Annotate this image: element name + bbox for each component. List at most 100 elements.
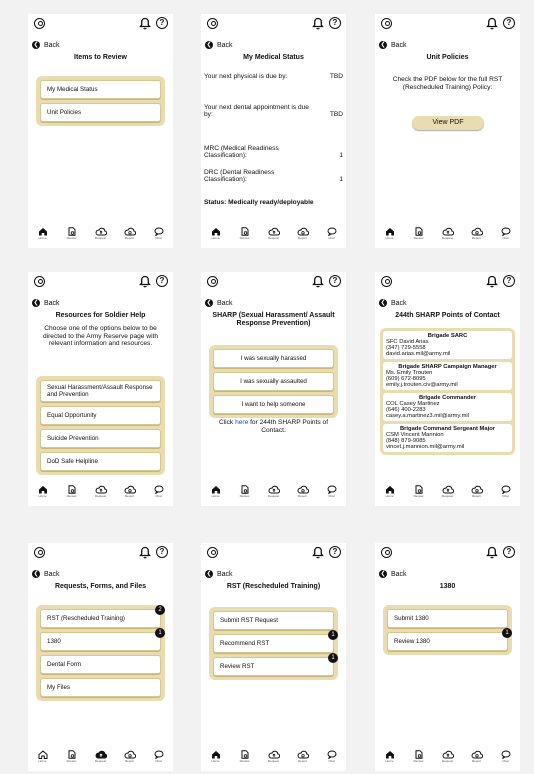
nav-review[interactable]: Review: [62, 750, 82, 763]
view-pdf-button[interactable]: View PDF: [412, 116, 484, 130]
nav-request[interactable]: Request: [438, 485, 458, 498]
bell-icon[interactable]: [486, 546, 498, 559]
help-circle-icon[interactable]: ?: [156, 17, 168, 29]
nav-request[interactable]: Request: [264, 750, 284, 763]
bell-icon[interactable]: [139, 546, 151, 559]
nav-report[interactable]: Report: [120, 227, 140, 240]
nav-home[interactable]: Home: [206, 750, 226, 763]
help-circle-icon[interactable]: ?: [503, 17, 515, 29]
nav-review[interactable]: Review: [62, 485, 82, 498]
person-circle-icon[interactable]: [34, 276, 45, 287]
nav-review[interactable]: Review: [409, 227, 429, 240]
nav-chat[interactable]: Chat: [322, 485, 342, 498]
bell-icon[interactable]: [139, 275, 151, 288]
menu-item-submit-1380[interactable]: Submit 1380: [387, 609, 508, 628]
menu-item-medical-status[interactable]: My Medical Status: [40, 80, 161, 99]
back-button[interactable]: ❮ Back: [205, 570, 233, 578]
nav-review[interactable]: Review: [235, 227, 255, 240]
nav-report[interactable]: Report: [120, 485, 140, 498]
nav-request[interactable]: Request: [438, 227, 458, 240]
nav-review[interactable]: Review: [62, 227, 82, 240]
help-circle-icon[interactable]: ?: [503, 275, 515, 287]
nav-report[interactable]: Report: [120, 750, 140, 763]
menu-item-submit-rst[interactable]: Submit RST Request: [213, 611, 334, 630]
help-circle-icon[interactable]: ?: [156, 546, 168, 558]
nav-report[interactable]: Report: [467, 750, 487, 763]
bell-icon[interactable]: [312, 275, 324, 288]
back-button[interactable]: ❮ Back: [32, 299, 60, 307]
nav-report[interactable]: Report: [467, 227, 487, 240]
nav-chat[interactable]: Chat: [322, 227, 342, 240]
nav-chat[interactable]: Chat: [149, 750, 169, 763]
back-button[interactable]: ❮ Back: [205, 41, 233, 49]
option-help-someone[interactable]: I want to help someone: [213, 395, 334, 414]
nav-chat[interactable]: Chat: [149, 485, 169, 498]
nav-home[interactable]: Home: [380, 227, 400, 240]
menu-item-recommend-rst[interactable]: Recommend RST 1: [213, 630, 338, 653]
back-button[interactable]: ❮ Back: [379, 41, 407, 49]
nav-report[interactable]: Report: [467, 485, 487, 498]
nav-report[interactable]: Report: [293, 750, 313, 763]
menu-item-review-rst[interactable]: Review RST 1: [213, 653, 338, 676]
poc-link[interactable]: here: [235, 419, 248, 426]
nav-request[interactable]: Request: [91, 227, 111, 240]
help-circle-icon[interactable]: ?: [329, 275, 341, 287]
nav-home[interactable]: Home: [206, 227, 226, 240]
nav-review[interactable]: Review: [409, 485, 429, 498]
help-circle-icon[interactable]: ?: [503, 546, 515, 558]
nav-chat[interactable]: Chat: [496, 227, 516, 240]
menu-item-unit-policies[interactable]: Unit Policies: [40, 103, 161, 122]
menu-item-rst[interactable]: RST (Rescheduled Training) 2: [40, 605, 165, 628]
menu-item-equal-opportunity[interactable]: Equal Opportunity: [40, 406, 161, 425]
bell-icon[interactable]: [486, 275, 498, 288]
menu-item-1380[interactable]: 1380 1: [40, 628, 165, 651]
person-circle-icon[interactable]: [34, 18, 45, 29]
nav-report[interactable]: Report: [293, 227, 313, 240]
back-button[interactable]: ❮ Back: [379, 299, 407, 307]
nav-chat[interactable]: Chat: [322, 750, 342, 763]
nav-request[interactable]: Request: [91, 485, 111, 498]
bell-icon[interactable]: [139, 17, 151, 30]
option-harassed[interactable]: I was sexually harassed: [213, 349, 334, 368]
nav-review[interactable]: Review: [235, 750, 255, 763]
nav-home[interactable]: Home: [33, 750, 53, 763]
person-circle-icon[interactable]: [207, 18, 218, 29]
help-circle-icon[interactable]: ?: [329, 546, 341, 558]
option-assaulted[interactable]: I was sexually assaulted: [213, 372, 334, 391]
nav-review[interactable]: Review: [409, 750, 429, 763]
nav-report[interactable]: Report: [293, 485, 313, 498]
menu-item-dental-form[interactable]: Dental Form: [40, 655, 161, 674]
person-circle-icon[interactable]: [207, 547, 218, 558]
person-circle-icon[interactable]: [381, 276, 392, 287]
back-button[interactable]: ❮ Back: [32, 570, 60, 578]
back-button[interactable]: ❮ Back: [32, 41, 60, 49]
person-circle-icon[interactable]: [207, 276, 218, 287]
help-circle-icon[interactable]: ?: [156, 275, 168, 287]
person-circle-icon[interactable]: [381, 18, 392, 29]
nav-home[interactable]: Home: [380, 750, 400, 763]
nav-chat[interactable]: Chat: [496, 750, 516, 763]
nav-home[interactable]: Home: [33, 485, 53, 498]
person-circle-icon[interactable]: [34, 547, 45, 558]
nav-request[interactable]: Request: [264, 227, 284, 240]
menu-item-suicide-prevention[interactable]: Suicide Prevention: [40, 429, 161, 448]
menu-item-my-files[interactable]: My Files: [40, 678, 161, 697]
nav-home[interactable]: Home: [206, 485, 226, 498]
nav-request[interactable]: Request: [264, 485, 284, 498]
menu-item-dod-safe-helpline[interactable]: DoD Safe Helpline: [40, 452, 161, 471]
menu-item-sharp[interactable]: Sexual Harassment/Assault Response and P…: [40, 380, 161, 402]
back-button[interactable]: ❮ Back: [379, 570, 407, 578]
person-circle-icon[interactable]: [381, 547, 392, 558]
bell-icon[interactable]: [486, 17, 498, 30]
menu-item-review-1380[interactable]: Review 1380 1: [387, 628, 512, 651]
nav-chat[interactable]: Chat: [496, 485, 516, 498]
help-circle-icon[interactable]: ?: [329, 17, 341, 29]
nav-review[interactable]: Review: [235, 485, 255, 498]
nav-home[interactable]: Home: [380, 485, 400, 498]
back-button[interactable]: ❮ Back: [205, 299, 233, 307]
bell-icon[interactable]: [312, 546, 324, 559]
nav-chat[interactable]: Chat: [149, 227, 169, 240]
bell-icon[interactable]: [312, 17, 324, 30]
nav-home[interactable]: Home: [33, 227, 53, 240]
nav-request[interactable]: Request: [438, 750, 458, 763]
